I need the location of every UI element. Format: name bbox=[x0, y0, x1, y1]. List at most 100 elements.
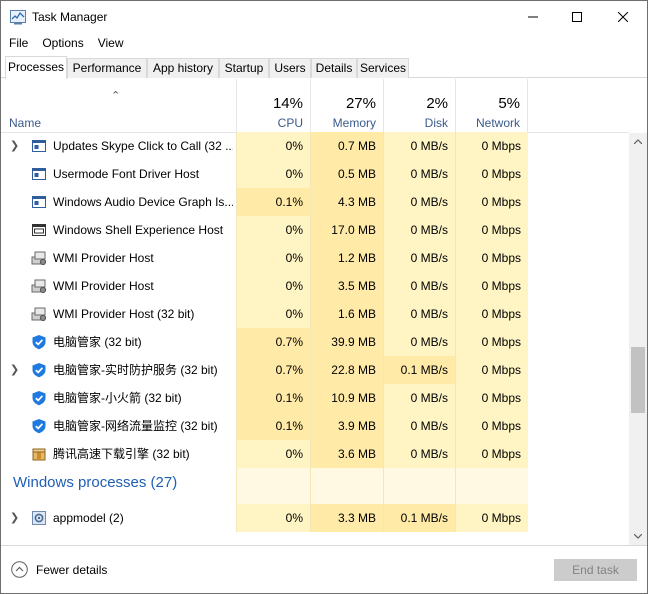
tab-services[interactable]: Services bbox=[357, 58, 409, 78]
fewer-details-label: Fewer details bbox=[36, 562, 108, 577]
expand-chevron-icon[interactable]: ❯ bbox=[10, 356, 19, 384]
network-value: 0 Mbps bbox=[455, 384, 528, 412]
window-icon bbox=[31, 138, 47, 154]
memory-value: 4.3 MB bbox=[310, 188, 383, 216]
network-value: 0 Mbps bbox=[455, 244, 528, 272]
cpu-value: 0.1% bbox=[236, 384, 310, 412]
footer: Fewer details End task bbox=[1, 545, 647, 593]
process-name: 电脑管家-小火箭 (32 bit) bbox=[53, 391, 182, 405]
group-memory-cell bbox=[310, 468, 383, 504]
column-header-memory[interactable]: 27% Memory bbox=[310, 79, 383, 133]
expand-chevron-icon[interactable]: ❯ bbox=[10, 132, 19, 160]
shield-icon bbox=[31, 362, 47, 378]
task-manager-icon bbox=[10, 10, 26, 25]
memory-value: 1.6 MB bbox=[310, 300, 383, 328]
table-row[interactable]: ❯ appmodel (2) 0% 3.3 MB 0.1 MB/s 0 Mbps bbox=[1, 504, 629, 532]
memory-value: 3.3 MB bbox=[310, 504, 383, 532]
vertical-scrollbar[interactable] bbox=[629, 133, 647, 545]
shield-icon bbox=[31, 390, 47, 406]
table-row[interactable]: ❯ Updates Skype Click to Call (32 ... 0% 0.… bbox=[1, 132, 629, 160]
group-disk-cell bbox=[383, 468, 455, 504]
tab-users[interactable]: Users bbox=[269, 58, 311, 78]
shield-icon bbox=[31, 334, 47, 350]
end-task-button[interactable]: End task bbox=[554, 559, 637, 581]
minimize-button[interactable] bbox=[510, 1, 556, 33]
disk-value: 0.1 MB/s bbox=[383, 504, 455, 532]
column-header-cpu[interactable]: 14% CPU bbox=[236, 79, 310, 133]
memory-value: 17.0 MB bbox=[310, 216, 383, 244]
close-button[interactable] bbox=[600, 1, 646, 33]
tab-startup[interactable]: Startup bbox=[219, 58, 269, 78]
shell-icon bbox=[31, 222, 47, 238]
table-row[interactable]: 电脑管家-网络流量监控 (32 bit) 0.1% 3.9 MB 0 MB/s 0 Mb… bbox=[1, 412, 629, 440]
disk-label: Disk bbox=[424, 116, 448, 130]
tab-performance[interactable]: Performance bbox=[67, 58, 147, 78]
expand-chevron-icon[interactable]: ❯ bbox=[10, 504, 19, 532]
scroll-down-button[interactable] bbox=[629, 528, 647, 545]
process-name: Usermode Font Driver Host bbox=[53, 167, 200, 181]
memory-value: 1.2 MB bbox=[310, 244, 383, 272]
sort-caret-icon: ⌃ bbox=[111, 90, 121, 102]
network-value: 0 Mbps bbox=[455, 160, 528, 188]
process-name: Windows Shell Experience Host bbox=[53, 223, 224, 237]
process-name: Updates Skype Click to Call (32 ... bbox=[53, 139, 233, 153]
close-icon bbox=[618, 12, 628, 22]
cpu-value: 0% bbox=[236, 132, 310, 160]
table-row[interactable]: Windows Audio Device Graph Is... 0.1% 4.3 … bbox=[1, 188, 629, 216]
column-header-network[interactable]: 5% Network bbox=[455, 79, 528, 133]
window-icon bbox=[31, 194, 47, 210]
network-value: 0 Mbps bbox=[455, 504, 528, 532]
network-value: 0 Mbps bbox=[455, 356, 528, 384]
tab-details[interactable]: Details bbox=[311, 58, 357, 78]
process-table: ⌃ Name 14% CPU 27% Memory 2% Disk 5% Net… bbox=[1, 79, 647, 545]
table-row[interactable]: Windows Shell Experience Host 0% 17.0 MB 0 … bbox=[1, 216, 629, 244]
scroll-up-button[interactable] bbox=[629, 133, 647, 150]
disk-value: 0 MB/s bbox=[383, 440, 455, 468]
network-value: 0 Mbps bbox=[455, 300, 528, 328]
network-label: Network bbox=[475, 116, 520, 130]
process-name: appmodel (2) bbox=[53, 511, 124, 525]
table-row[interactable]: 电脑管家-小火箭 (32 bit) 0.1% 10.9 MB 0 MB/s 0 Mbps bbox=[1, 384, 629, 412]
column-header-disk[interactable]: 2% Disk bbox=[383, 79, 455, 133]
wmi-icon bbox=[31, 278, 47, 294]
fewer-details-toggle[interactable]: Fewer details bbox=[11, 561, 107, 578]
tab-app-history[interactable]: App history bbox=[147, 58, 219, 78]
memory-value: 3.5 MB bbox=[310, 272, 383, 300]
window-title: Task Manager bbox=[32, 10, 108, 24]
menu-view[interactable]: View bbox=[91, 34, 131, 54]
menu-options[interactable]: Options bbox=[35, 34, 90, 54]
process-name: 电脑管家 (32 bit) bbox=[53, 335, 142, 349]
table-row[interactable]: WMI Provider Host 0% 1.2 MB 0 MB/s 0 Mbps bbox=[1, 244, 629, 272]
process-name: 腾讯高速下载引擎 (32 bit) bbox=[53, 447, 190, 461]
disk-value: 0 MB/s bbox=[383, 160, 455, 188]
table-row[interactable]: WMI Provider Host (32 bit) 0% 1.6 MB 0 MB/s… bbox=[1, 300, 629, 328]
network-value: 0 Mbps bbox=[455, 272, 528, 300]
disk-value: 0 MB/s bbox=[383, 300, 455, 328]
scroll-thumb[interactable] bbox=[631, 347, 645, 413]
title-bar[interactable]: Task Manager bbox=[1, 1, 647, 33]
table-row[interactable]: 电脑管家 (32 bit) 0.7% 39.9 MB 0 MB/s 0 Mbps bbox=[1, 328, 629, 356]
table-row[interactable]: Usermode Font Driver Host 0% 0.5 MB 0 MB/s 0… bbox=[1, 160, 629, 188]
cpu-value: 0% bbox=[236, 272, 310, 300]
network-value: 0 Mbps bbox=[455, 328, 528, 356]
chevron-down-icon bbox=[634, 534, 642, 539]
process-name: WMI Provider Host (32 bit) bbox=[53, 307, 195, 321]
network-value: 0 Mbps bbox=[455, 412, 528, 440]
table-row[interactable]: 腾讯高速下载引擎 (32 bit) 0% 3.6 MB 0 MB/s 0 Mbps bbox=[1, 440, 629, 468]
table-row[interactable]: ❯ 电脑管家-实时防护服务 (32 bit) 0.7% 22.8 MB 0.1 MB/s… bbox=[1, 356, 629, 384]
menu-file[interactable]: File bbox=[1, 34, 35, 54]
table-row[interactable]: WMI Provider Host 0% 3.5 MB 0 MB/s 0 Mbps bbox=[1, 272, 629, 300]
cpu-total: 14% bbox=[272, 95, 303, 112]
group-header-windows-processes[interactable]: Windows processes (27) bbox=[1, 468, 629, 504]
table-header: ⌃ Name 14% CPU 27% Memory 2% Disk 5% Net… bbox=[1, 79, 629, 133]
process-rows: ❯ Updates Skype Click to Call (32 ... 0% 0.… bbox=[1, 132, 629, 532]
memory-value: 39.9 MB bbox=[310, 328, 383, 356]
wmi-icon bbox=[31, 250, 47, 266]
tab-processes[interactable]: Processes bbox=[5, 56, 67, 79]
process-name: 电脑管家-实时防护服务 (32 bit) bbox=[53, 363, 218, 377]
cpu-label: CPU bbox=[277, 116, 303, 130]
disk-value: 0 MB/s bbox=[383, 272, 455, 300]
column-header-name[interactable]: Name bbox=[9, 116, 41, 130]
maximize-button[interactable] bbox=[554, 1, 600, 33]
process-name: WMI Provider Host bbox=[53, 279, 154, 293]
